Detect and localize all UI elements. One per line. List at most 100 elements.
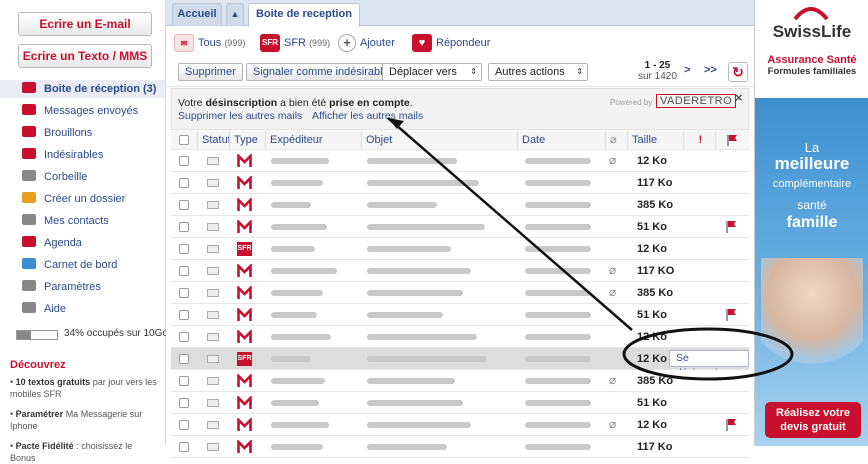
blurred-sender — [271, 422, 329, 428]
table-row[interactable]: SFR 12 Ko — [171, 238, 749, 260]
table-row[interactable]: ⌀ 385 Ko — [171, 282, 749, 304]
main-panel: Accueil ▲ Boite de reception ✉ Tous (999)… — [166, 0, 754, 458]
promo-item[interactable]: • Paramétrer Ma Messagerie sur Iphone — [10, 408, 160, 432]
flag-icon[interactable] — [725, 418, 737, 431]
row-checkbox[interactable] — [179, 156, 189, 166]
sidebar-item-drafts[interactable]: Brouillons — [22, 124, 92, 142]
table-row[interactable]: SFR 12 KoSe désinscrire — [171, 348, 749, 379]
sidebar-item-new-folder[interactable]: Créer un dossier — [22, 190, 125, 208]
col-sender[interactable]: Expéditeur — [265, 131, 323, 149]
move-to-select[interactable]: Déplacer vers ⇕ — [382, 63, 482, 81]
envelope-icon — [207, 289, 219, 297]
col-flag[interactable] — [715, 131, 749, 149]
row-checkbox[interactable] — [179, 200, 189, 210]
sidebar-item-calendar[interactable]: Agenda — [22, 234, 82, 252]
ad-banner[interactable]: SwissLife Assurance Santé Formules famil… — [754, 0, 868, 446]
report-spam-button[interactable]: Signaler comme indésirable — [246, 63, 396, 81]
row-checkbox[interactable] — [179, 420, 189, 430]
swiss-cross-logo — [791, 3, 831, 23]
delete-button[interactable]: Supprimer — [178, 63, 243, 81]
select-all-checkbox[interactable] — [179, 135, 189, 145]
row-checkbox[interactable] — [179, 442, 189, 452]
col-important[interactable]: ! — [683, 131, 713, 149]
table-row[interactable]: ⌀ 117 KO — [171, 260, 749, 282]
write-email-button[interactable]: Ecrire un E-mail — [18, 12, 152, 36]
row-size: 12 Ko — [637, 155, 667, 167]
responder-button[interactable]: ♥ Répondeur — [412, 34, 491, 53]
add-filter-button[interactable]: + Ajouter — [338, 34, 395, 53]
sidebar-item-sent[interactable]: Messages envoyés — [22, 102, 138, 120]
last-page-button[interactable]: >> — [704, 64, 717, 76]
col-attachment[interactable]: ⌀ — [605, 131, 625, 149]
sent-icon — [22, 104, 36, 115]
table-row[interactable]: 51 Ko — [171, 392, 749, 414]
sidebar-item-trash[interactable]: Corbeille — [22, 168, 87, 186]
powered-by-label: Powered by — [610, 98, 653, 107]
promo-item[interactable]: • 10 textos gratuits par jour vers les m… — [10, 376, 160, 400]
filter-sfr[interactable]: SFR SFR (999) — [260, 34, 330, 53]
unsubscribe-button[interactable]: Se désinscrire — [669, 350, 749, 379]
col-size[interactable]: Taille — [627, 131, 657, 149]
row-size: 385 Ko — [637, 375, 674, 387]
sidebar-item-label: Brouillons — [44, 127, 93, 139]
tab-home[interactable]: Accueil — [172, 3, 222, 26]
row-size: 117 Ko — [637, 177, 673, 189]
blurred-sender — [271, 268, 337, 274]
collapse-tab-button[interactable]: ▲ — [226, 3, 244, 26]
row-checkbox[interactable] — [179, 244, 189, 254]
ad-line-4: santé — [797, 198, 827, 212]
row-checkbox[interactable] — [179, 398, 189, 408]
row-checkbox[interactable] — [179, 332, 189, 342]
table-row[interactable]: 117 Ko — [171, 436, 749, 458]
row-checkbox[interactable] — [179, 222, 189, 232]
filter-all[interactable]: ✉ Tous (999) — [174, 34, 245, 53]
table-row[interactable]: 51 Ko — [171, 216, 749, 238]
sidebar-item-contacts[interactable]: Mes contacts — [22, 212, 109, 230]
show-other-mails-link[interactable]: Afficher les autres mails — [312, 110, 423, 122]
col-status[interactable]: Statut — [197, 131, 231, 149]
close-notice-button[interactable]: × — [735, 90, 743, 105]
table-row[interactable]: 51 Ko — [171, 304, 749, 326]
row-checkbox[interactable] — [179, 178, 189, 188]
row-checkbox[interactable] — [179, 376, 189, 386]
col-date[interactable]: Date — [517, 131, 545, 149]
sidebar-item-label: Créer un dossier — [44, 193, 126, 205]
col-type[interactable]: Type — [229, 131, 258, 149]
sidebar-item-spam[interactable]: Indésirables — [22, 146, 103, 164]
write-sms-button[interactable]: Ecrire un Texto / MMS — [18, 44, 152, 68]
envelope-icon — [207, 157, 219, 165]
table-row[interactable]: ⌀ 12 Ko — [171, 150, 749, 172]
refresh-button[interactable]: ↻ — [728, 62, 748, 82]
row-checkbox[interactable] — [179, 288, 189, 298]
row-size: 51 Ko — [637, 397, 667, 409]
blurred-subject — [367, 444, 447, 450]
responder-label: Répondeur — [436, 37, 491, 49]
gmail-type-icon — [237, 176, 252, 189]
other-actions-select[interactable]: Autres actions ⇕ — [488, 63, 588, 81]
col-subject[interactable]: Objet — [361, 131, 392, 149]
drafts-icon — [22, 126, 36, 137]
row-checkbox[interactable] — [179, 310, 189, 320]
row-checkbox[interactable] — [179, 354, 189, 364]
table-row[interactable]: ⌀ 385 Ko — [171, 370, 749, 392]
row-checkbox[interactable] — [179, 266, 189, 276]
tab-inbox[interactable]: Boite de reception — [248, 3, 360, 27]
filter-all-label: Tous — [198, 37, 222, 49]
sidebar-item-inbox[interactable]: Boite de réception (3) — [0, 80, 165, 98]
ad-quote-button[interactable]: Réalisez votre devis gratuit — [765, 402, 861, 438]
table-row[interactable]: 385 Ko — [171, 194, 749, 216]
table-row[interactable]: ⌀ 12 Ko — [171, 414, 749, 436]
flag-icon[interactable] — [725, 220, 737, 233]
table-row[interactable]: 12 Ko — [171, 326, 749, 348]
sidebar-item-logbook[interactable]: Carnet de bord — [22, 256, 117, 274]
next-page-button[interactable]: > — [684, 64, 690, 76]
flag-icon[interactable] — [725, 308, 737, 321]
pagination-range: 1 - 25 — [644, 60, 671, 71]
ad-tagline-2: Formules familiales — [767, 66, 857, 77]
delete-other-mails-link[interactable]: Supprimer les autres mails — [178, 110, 302, 122]
gmail-type-icon — [237, 154, 252, 167]
sidebar-item-settings[interactable]: Paramètres — [22, 278, 101, 296]
sidebar-item-help[interactable]: Aide — [22, 300, 66, 318]
promo-item[interactable]: • Pacte Fidélité : choisissez le Bonus — [10, 440, 160, 464]
table-row[interactable]: 117 Ko — [171, 172, 749, 194]
